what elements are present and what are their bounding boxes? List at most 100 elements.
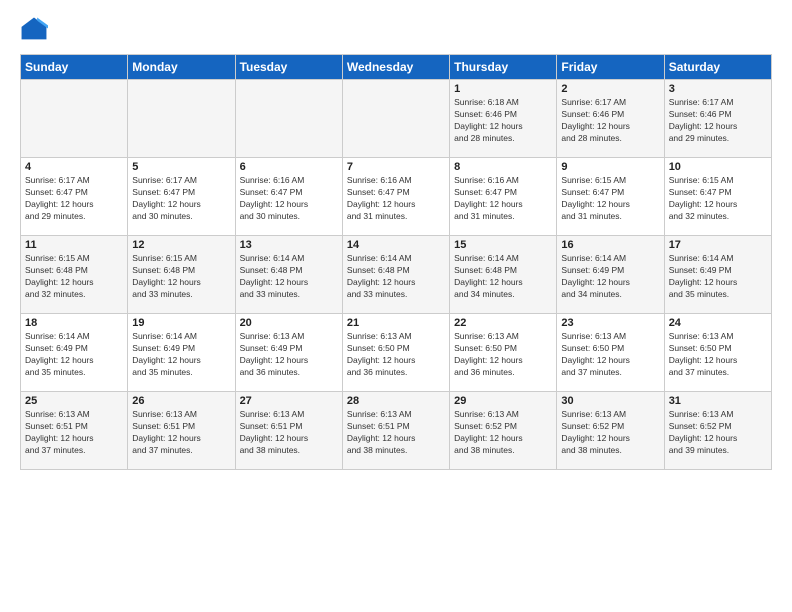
day-info: Sunrise: 6:17 AM Sunset: 6:47 PM Dayligh… <box>132 175 230 223</box>
calendar-cell: 27Sunrise: 6:13 AM Sunset: 6:51 PM Dayli… <box>235 392 342 470</box>
calendar-cell: 13Sunrise: 6:14 AM Sunset: 6:48 PM Dayli… <box>235 236 342 314</box>
day-number: 25 <box>25 395 123 407</box>
day-info: Sunrise: 6:13 AM Sunset: 6:51 PM Dayligh… <box>347 409 445 457</box>
day-number: 21 <box>347 317 445 329</box>
day-number: 26 <box>132 395 230 407</box>
day-number: 12 <box>132 239 230 251</box>
week-row-1: 1Sunrise: 6:18 AM Sunset: 6:46 PM Daylig… <box>21 80 772 158</box>
calendar-cell <box>342 80 449 158</box>
day-number: 1 <box>454 83 552 95</box>
day-info: Sunrise: 6:14 AM Sunset: 6:49 PM Dayligh… <box>25 331 123 379</box>
calendar-cell: 6 Sunrise: 6:16 AM Sunset: 6:47 PM Daylig… <box>235 158 342 236</box>
col-header-wednesday: Wednesday <box>342 55 449 80</box>
day-number: 24 <box>669 317 767 329</box>
day-info: Sunrise: 6:13 AM Sunset: 6:51 PM Dayligh… <box>240 409 338 457</box>
calendar-cell: 29Sunrise: 6:13 AM Sunset: 6:52 PM Dayli… <box>450 392 557 470</box>
day-info: Sunrise: 6:17 AM Sunset: 6:46 PM Dayligh… <box>561 97 659 145</box>
calendar-cell: 4Sunrise: 6:17 AM Sunset: 6:47 PM Daylig… <box>21 158 128 236</box>
day-number: 19 <box>132 317 230 329</box>
day-number: 16 <box>561 239 659 251</box>
day-number: 9 <box>561 161 659 173</box>
day-info: Sunrise: 6:15 AM Sunset: 6:47 PM Dayligh… <box>561 175 659 223</box>
page: SundayMondayTuesdayWednesdayThursdayFrid… <box>0 0 792 612</box>
col-header-tuesday: Tuesday <box>235 55 342 80</box>
day-number: 31 <box>669 395 767 407</box>
day-info: Sunrise: 6:14 AM Sunset: 6:49 PM Dayligh… <box>132 331 230 379</box>
calendar-cell <box>235 80 342 158</box>
day-info: Sunrise: 6:17 AM Sunset: 6:47 PM Dayligh… <box>25 175 123 223</box>
header <box>20 16 772 44</box>
calendar-cell <box>21 80 128 158</box>
day-number: 28 <box>347 395 445 407</box>
day-number: 30 <box>561 395 659 407</box>
day-number: 13 <box>240 239 338 251</box>
day-number: 23 <box>561 317 659 329</box>
day-info: Sunrise: 6:13 AM Sunset: 6:52 PM Dayligh… <box>669 409 767 457</box>
day-info: Sunrise: 6:16 AM Sunset: 6:47 PM Dayligh… <box>454 175 552 223</box>
calendar-cell: 20 Sunrise: 6:13 AM Sunset: 6:49 PM Dayli… <box>235 314 342 392</box>
day-info: Sunrise: 6:16 AM Sunset: 6:47 PM Dayligh… <box>347 175 445 223</box>
day-info: Sunrise: 6:14 AM Sunset: 6:49 PM Dayligh… <box>669 253 767 301</box>
col-header-monday: Monday <box>128 55 235 80</box>
col-header-sunday: Sunday <box>21 55 128 80</box>
day-info: Sunrise: 6:14 AM Sunset: 6:48 PM Dayligh… <box>454 253 552 301</box>
day-info: Sunrise: 6:13 AM Sunset: 6:50 PM Dayligh… <box>561 331 659 379</box>
calendar-cell: 1Sunrise: 6:18 AM Sunset: 6:46 PM Daylig… <box>450 80 557 158</box>
day-info: Sunrise: 6:17 AM Sunset: 6:46 PM Dayligh… <box>669 97 767 145</box>
day-number: 2 <box>561 83 659 95</box>
day-number: 18 <box>25 317 123 329</box>
header-row: SundayMondayTuesdayWednesdayThursdayFrid… <box>21 55 772 80</box>
calendar-cell: 5 Sunrise: 6:17 AM Sunset: 6:47 PM Daylig… <box>128 158 235 236</box>
calendar-cell: 28 Sunrise: 6:13 AM Sunset: 6:51 PM Dayli… <box>342 392 449 470</box>
day-info: Sunrise: 6:15 AM Sunset: 6:47 PM Dayligh… <box>669 175 767 223</box>
day-number: 15 <box>454 239 552 251</box>
calendar-cell: 24 Sunrise: 6:13 AM Sunset: 6:50 PM Dayli… <box>664 314 771 392</box>
calendar-cell: 21 Sunrise: 6:13 AM Sunset: 6:50 PM Dayli… <box>342 314 449 392</box>
calendar-table: SundayMondayTuesdayWednesdayThursdayFrid… <box>20 54 772 470</box>
calendar-cell: 26Sunrise: 6:13 AM Sunset: 6:51 PM Dayli… <box>128 392 235 470</box>
day-number: 5 <box>132 161 230 173</box>
week-row-3: 11 Sunrise: 6:15 AM Sunset: 6:48 PM Dayli… <box>21 236 772 314</box>
day-info: Sunrise: 6:16 AM Sunset: 6:47 PM Dayligh… <box>240 175 338 223</box>
day-info: Sunrise: 6:13 AM Sunset: 6:50 PM Dayligh… <box>347 331 445 379</box>
col-header-saturday: Saturday <box>664 55 771 80</box>
day-number: 17 <box>669 239 767 251</box>
day-number: 10 <box>669 161 767 173</box>
calendar-cell: 14 Sunrise: 6:14 AM Sunset: 6:48 PM Dayli… <box>342 236 449 314</box>
week-row-5: 25 Sunrise: 6:13 AM Sunset: 6:51 PM Dayli… <box>21 392 772 470</box>
calendar-cell: 7 Sunrise: 6:16 AM Sunset: 6:47 PM Daylig… <box>342 158 449 236</box>
day-number: 14 <box>347 239 445 251</box>
day-info: Sunrise: 6:13 AM Sunset: 6:50 PM Dayligh… <box>669 331 767 379</box>
calendar-cell: 8Sunrise: 6:16 AM Sunset: 6:47 PM Daylig… <box>450 158 557 236</box>
calendar-cell: 10 Sunrise: 6:15 AM Sunset: 6:47 PM Dayli… <box>664 158 771 236</box>
day-number: 11 <box>25 239 123 251</box>
day-number: 7 <box>347 161 445 173</box>
day-info: Sunrise: 6:14 AM Sunset: 6:48 PM Dayligh… <box>347 253 445 301</box>
calendar-cell: 17 Sunrise: 6:14 AM Sunset: 6:49 PM Dayli… <box>664 236 771 314</box>
calendar-header: SundayMondayTuesdayWednesdayThursdayFrid… <box>21 55 772 80</box>
day-info: Sunrise: 6:13 AM Sunset: 6:52 PM Dayligh… <box>561 409 659 457</box>
day-info: Sunrise: 6:13 AM Sunset: 6:52 PM Dayligh… <box>454 409 552 457</box>
logo <box>20 16 52 44</box>
week-row-4: 18 Sunrise: 6:14 AM Sunset: 6:49 PM Dayli… <box>21 314 772 392</box>
week-row-2: 4Sunrise: 6:17 AM Sunset: 6:47 PM Daylig… <box>21 158 772 236</box>
logo-icon <box>20 16 48 44</box>
day-info: Sunrise: 6:13 AM Sunset: 6:51 PM Dayligh… <box>25 409 123 457</box>
day-info: Sunrise: 6:14 AM Sunset: 6:49 PM Dayligh… <box>561 253 659 301</box>
day-info: Sunrise: 6:13 AM Sunset: 6:50 PM Dayligh… <box>454 331 552 379</box>
day-number: 22 <box>454 317 552 329</box>
day-info: Sunrise: 6:13 AM Sunset: 6:49 PM Dayligh… <box>240 331 338 379</box>
calendar-cell: 3 Sunrise: 6:17 AM Sunset: 6:46 PM Daylig… <box>664 80 771 158</box>
calendar-cell: 12 Sunrise: 6:15 AM Sunset: 6:48 PM Dayli… <box>128 236 235 314</box>
day-number: 3 <box>669 83 767 95</box>
calendar-cell <box>128 80 235 158</box>
calendar-cell: 9 Sunrise: 6:15 AM Sunset: 6:47 PM Daylig… <box>557 158 664 236</box>
calendar-cell: 30 Sunrise: 6:13 AM Sunset: 6:52 PM Dayli… <box>557 392 664 470</box>
day-number: 6 <box>240 161 338 173</box>
calendar-cell: 22 Sunrise: 6:13 AM Sunset: 6:50 PM Dayli… <box>450 314 557 392</box>
day-info: Sunrise: 6:15 AM Sunset: 6:48 PM Dayligh… <box>132 253 230 301</box>
calendar-cell: 18 Sunrise: 6:14 AM Sunset: 6:49 PM Dayli… <box>21 314 128 392</box>
calendar-cell: 25 Sunrise: 6:13 AM Sunset: 6:51 PM Dayli… <box>21 392 128 470</box>
calendar-cell: 11Sunrise: 6:15 AM Sunset: 6:48 PM Dayli… <box>21 236 128 314</box>
day-number: 20 <box>240 317 338 329</box>
